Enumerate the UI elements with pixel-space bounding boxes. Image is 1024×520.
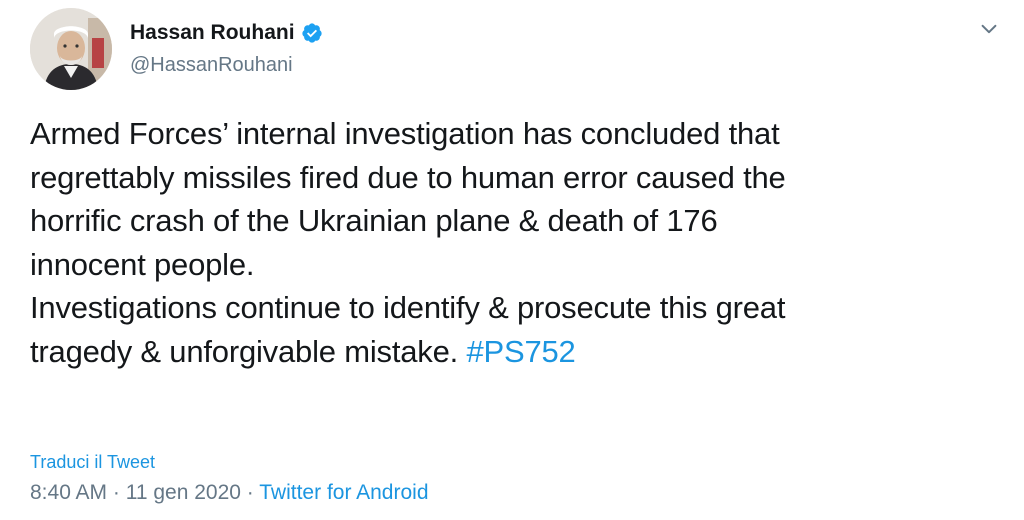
tweet-text-segment: tragedy & unforgivable mistake. xyxy=(30,333,459,369)
tweet-text-line: regrettably missiles fired due to human … xyxy=(30,159,786,195)
tweet-text-line: Investigations continue to identify & pr… xyxy=(30,290,786,325)
user-names: Hassan Rouhani @HassanRouhani xyxy=(130,8,323,90)
tweet-source-link[interactable]: Twitter for Android xyxy=(259,481,428,504)
tweet-text-line: Armed Forces’ internal investigation has… xyxy=(30,116,780,151)
hashtag-link[interactable]: #PS752 xyxy=(466,334,575,369)
meta-separator: · xyxy=(240,481,260,504)
tweet-text-last-line: tragedy & unforgivable mistake. #PS752 xyxy=(30,330,1000,374)
tweet-meta: 8:40 AM · 11 gen 2020 · Twitter for Andr… xyxy=(30,481,429,505)
tweet-text-line: horrific crash of the Ukrainian plane & … xyxy=(30,203,718,238)
avatar[interactable] xyxy=(30,8,112,90)
tweet-text-line: innocent people. xyxy=(30,246,255,282)
tweet-card: Hassan Rouhani @HassanRouhani Armed Forc… xyxy=(0,0,1024,520)
chevron-down-icon[interactable] xyxy=(978,18,1000,40)
tweet-text: Armed Forces’ internal investigation has… xyxy=(30,112,1000,373)
user-handle[interactable]: @HassanRouhani xyxy=(130,52,323,78)
display-name[interactable]: Hassan Rouhani xyxy=(130,20,295,46)
name-row: Hassan Rouhani xyxy=(130,20,323,46)
tweet-time[interactable]: 8:40 AM xyxy=(30,481,107,504)
tweet-date[interactable]: 11 gen 2020 xyxy=(126,481,241,504)
verified-badge-icon xyxy=(301,22,323,44)
profile-photo-icon xyxy=(30,8,112,90)
translate-tweet-link[interactable]: Traduci il Tweet xyxy=(30,452,155,473)
meta-separator: · xyxy=(107,481,126,504)
tweet-header: Hassan Rouhani @HassanRouhani xyxy=(30,8,323,90)
